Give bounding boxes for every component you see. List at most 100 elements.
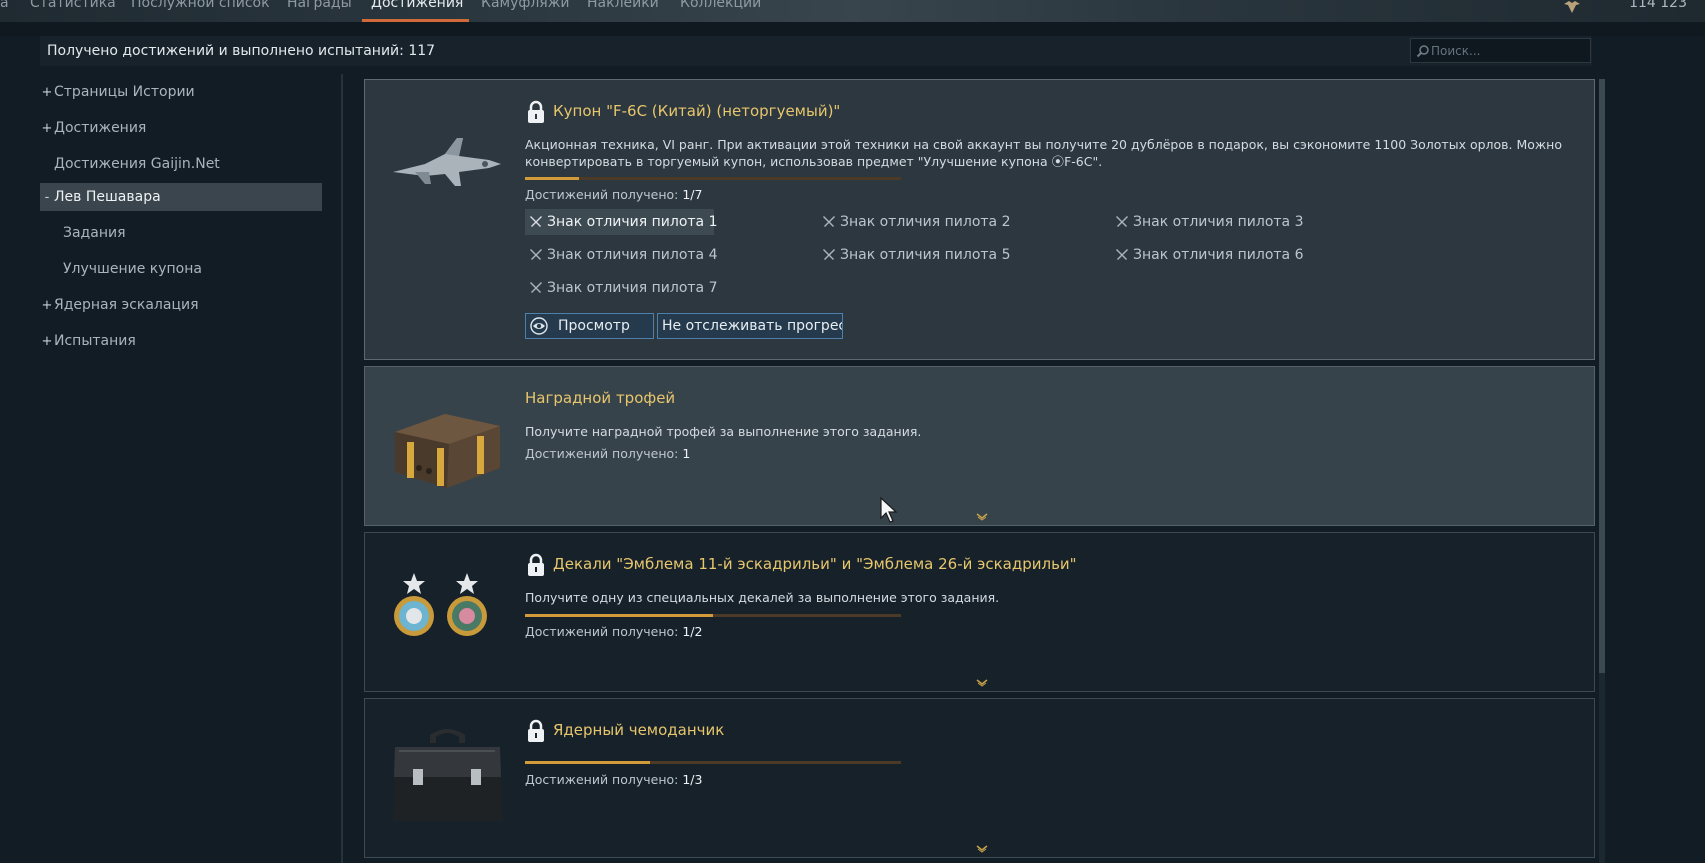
tab-stickers[interactable]: Наклейки — [587, 0, 659, 11]
reward-pilot-badge-1[interactable]: Знак отличия пилота 1 — [525, 209, 718, 235]
summary-bar: Получено достижений и выполнено испытани… — [40, 36, 1592, 66]
expand-sign: + — [41, 85, 53, 100]
sidebar: + Страницы Истории + Достижения Достижения… — [40, 74, 322, 863]
golden-eagles-balance: 114 123 — [1629, 0, 1687, 11]
sidebar-item-trials[interactable]: + Испытания — [40, 327, 322, 355]
search-box[interactable] — [1410, 38, 1591, 63]
lock-icon — [528, 100, 544, 123]
tab-achievements[interactable]: Достижения — [371, 0, 463, 11]
progress-bar — [525, 761, 901, 764]
achievements-summary: Получено достижений и выполнено испытани… — [47, 43, 436, 59]
sidebar-item-label: Испытания — [54, 333, 136, 349]
tab-collections[interactable]: Коллекции — [680, 0, 761, 11]
count-value: 1/7 — [682, 187, 703, 202]
reward-pilot-badge-2[interactable]: Знак отличия пилота 2 — [818, 209, 1010, 235]
tab-camouflages[interactable]: Камуфляжи — [481, 0, 569, 11]
sidebar-item-tasks[interactable]: Задания — [40, 219, 322, 247]
reward-label: Знак отличия пилота 3 — [1133, 214, 1304, 230]
description-line: конвертировать в торгуемый купон, исполь… — [525, 154, 1103, 169]
reward-label: Знак отличия пилота 4 — [547, 247, 718, 263]
expand-sign: + — [41, 298, 53, 313]
briefcase-image — [393, 729, 503, 821]
achievement-card-trophy[interactable]: Наградной трофей Получите наградной троф… — [364, 366, 1595, 526]
header-spacer — [0, 22, 1705, 36]
reward-pilot-badge-7[interactable]: Знак отличия пилота 7 — [525, 275, 717, 301]
expand-sign: + — [41, 121, 53, 136]
description-line: Акционная техника, VI ранг. При активаци… — [525, 137, 1562, 152]
lock-icon — [528, 719, 544, 742]
reward-label: Знак отличия пилота 7 — [547, 280, 718, 296]
count-label: Достижений получено: — [525, 446, 683, 461]
sidebar-item-nuclear-escalation[interactable]: + Ядерная эскалация — [40, 291, 322, 319]
reward-label: Знак отличия пилота 1 — [547, 214, 718, 230]
view-button[interactable]: Просмотр — [525, 313, 654, 339]
progress-fill — [525, 761, 651, 764]
reward-pilot-badge-6[interactable]: Знак отличия пилота 6 — [1111, 242, 1303, 268]
progress-bar — [525, 614, 901, 617]
sidebar-item-lion-of-peshawar[interactable]: - Лев Пешавара — [40, 183, 322, 211]
view-button-label: Просмотр — [558, 318, 630, 334]
reward-pilot-badge-4[interactable]: Знак отличия пилота 4 — [525, 242, 717, 268]
lock-icon — [528, 553, 544, 576]
progress-bar — [525, 177, 901, 180]
sidebar-item-label: Достижения — [54, 120, 147, 136]
achievement-card-decals[interactable]: Декали "Эмблема 11-й эскадрильи" и "Эмбл… — [364, 532, 1595, 692]
sidebar-item-label: Страницы Истории — [54, 84, 195, 100]
mouse-cursor-icon — [880, 496, 898, 523]
achievements-count: Достижений получено: 1/7 — [525, 187, 702, 202]
progress-fill — [525, 177, 579, 180]
tab-statistics[interactable]: Статистика — [30, 0, 116, 11]
sidebar-item-gaijin-achievements[interactable]: Достижения Gaijin.Net — [40, 150, 322, 178]
card-description: Акционная техника, VI ранг. При активаци… — [525, 136, 1575, 170]
jet-aircraft-image — [393, 138, 501, 186]
tab-partial[interactable]: а — [0, 0, 9, 11]
chevron-down-icon[interactable] — [975, 513, 989, 521]
sidebar-item-label: Улучшение купона — [63, 261, 202, 277]
sidebar-item-label: Лев Пешавара — [54, 189, 161, 205]
achievements-count: Достижений получено: 1/2 — [525, 624, 702, 639]
sidebar-divider — [341, 74, 343, 863]
pilot-badge-icon — [530, 216, 542, 227]
sidebar-item-achievements[interactable]: + Достижения — [40, 114, 322, 142]
achievements-count: Достижений получено: 1 — [525, 446, 690, 461]
reward-label: Знак отличия пилота 2 — [840, 214, 1011, 230]
count-value: 1/3 — [682, 772, 703, 787]
sidebar-item-label: Ядерная эскалация — [54, 297, 199, 313]
sidebar-item-label: Задания — [63, 225, 126, 241]
untrack-progress-button[interactable]: Не отслеживать прогресс — [657, 313, 843, 339]
card-description: Получите одну из специальных декалей за … — [525, 590, 1000, 605]
pilot-badge-icon — [530, 249, 542, 260]
achievement-card-nuclear-briefcase[interactable]: Ядерный чемоданчик Достижений получено: … — [364, 698, 1595, 858]
pilot-badge-icon — [1116, 216, 1128, 227]
pilot-badge-icon — [823, 249, 835, 260]
sidebar-item-coupon-upgrade[interactable]: Улучшение купона — [40, 255, 322, 283]
chevron-down-icon[interactable] — [975, 679, 989, 687]
reward-pilot-badge-5[interactable]: Знак отличия пилота 5 — [818, 242, 1010, 268]
card-title: Наградной трофей — [525, 389, 676, 407]
progress-fill — [525, 614, 713, 617]
sidebar-item-history-pages[interactable]: + Страницы Истории — [40, 78, 322, 106]
eye-icon — [530, 317, 548, 335]
card-description: Получите наградной трофей за выполнение … — [525, 424, 922, 439]
card-title: Купон "F-6C (Китай) (неторгуемый)" — [553, 102, 841, 120]
top-tab-bar: а Статистика Послужной список Награды До… — [0, 0, 1705, 22]
card-title: Ядерный чемоданчик — [553, 721, 725, 739]
achievement-card-coupon[interactable]: Купон "F-6C (Китай) (неторгуемый)" Акцио… — [364, 79, 1595, 360]
count-label: Достижений получено: — [525, 772, 683, 787]
pilot-badge-icon — [823, 216, 835, 227]
tab-awards[interactable]: Награды — [287, 0, 352, 11]
tab-service-record[interactable]: Послужной список — [131, 0, 270, 11]
count-label: Достижений получено: — [525, 624, 683, 639]
search-icon — [1416, 45, 1429, 58]
reward-pilot-badge-3[interactable]: Знак отличия пилота 3 — [1111, 209, 1303, 235]
count-value: 1/2 — [682, 624, 703, 639]
chevron-down-icon[interactable] — [975, 845, 989, 853]
count-label: Достижений получено: — [525, 187, 683, 202]
scrollbar-thumb[interactable] — [1599, 79, 1605, 673]
search-input[interactable] — [1431, 41, 1587, 60]
reward-label: Знак отличия пилота 6 — [1133, 247, 1304, 263]
achievements-count: Достижений получено: 1/3 — [525, 772, 702, 787]
card-title: Декали "Эмблема 11-й эскадрильи" и "Эмбл… — [553, 555, 1077, 573]
collapse-sign: - — [44, 190, 50, 205]
pilot-badge-icon — [1116, 249, 1128, 260]
